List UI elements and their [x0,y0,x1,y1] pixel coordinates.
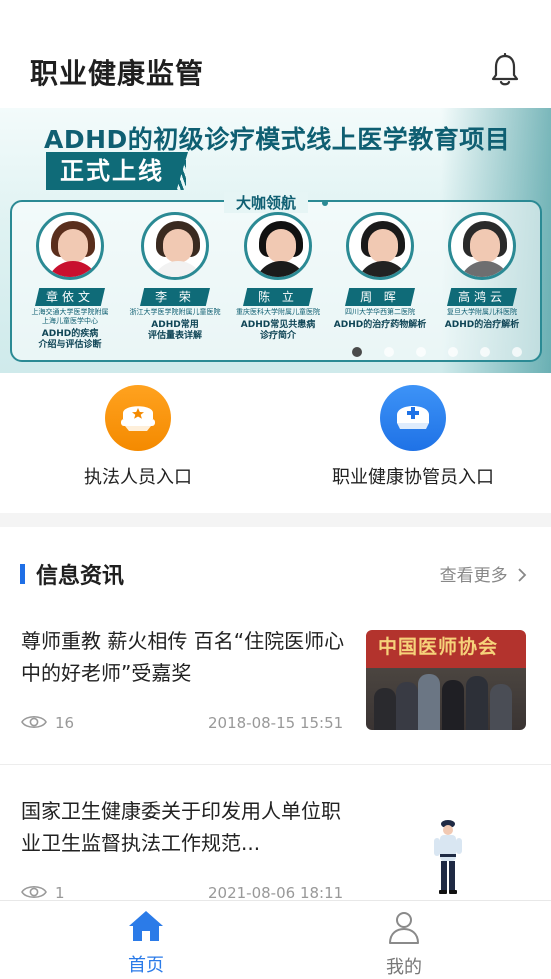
view-more-link[interactable]: 查看更多 [440,561,527,586]
carousel-dot[interactable] [512,347,522,357]
expert-card: 周 晖 四川大学华西第二医院 ADHD的治疗药物解析 [328,212,432,331]
law-enforcement-entry-button[interactable]: 执法人员入口 [38,385,238,489]
expert-topic: ADHD的治疗药物解析 [333,320,427,330]
app-root: 职业健康监管 ADHD的初级诊疗模式线上医学教育项目 正式上线 大咖领航 章依文… [0,0,551,979]
carousel-dot[interactable] [384,347,394,357]
expert-avatar [141,212,209,280]
news-headline: 国家卫生健康委关于印发用人单位职业卫生监督执法工作规范... [21,799,341,855]
home-icon [129,911,163,941]
user-icon [389,912,419,944]
expert-affiliation: 上海交通大学医学院附属 上海儿童医学中心 [31,308,109,325]
tab-home[interactable]: 首页 [86,909,206,977]
entry-label: 执法人员入口 [84,467,192,488]
banner-headline: ADHD的初级诊疗模式线上医学教育项目 [44,125,511,154]
view-count: 16 [21,714,74,732]
expert-affiliation: 四川大学华西第二医院 [345,308,415,316]
news-section-title: 信息资讯 [36,564,125,589]
expert-topic: ADHD常见共患病 诊疗简介 [240,320,316,341]
news-date: 2021-08-06 18:11 [208,884,344,900]
eye-icon [21,715,47,729]
expert-name: 章依文 [35,288,105,306]
news-thumbnail: 中国医师协会 [366,630,526,730]
expert-card: 陈 立 重庆医科大学附属儿童医院 ADHD常见共患病 诊疗简介 [226,212,330,342]
carousel-dot[interactable] [416,347,426,357]
expert-card: 高鸿云 复旦大学附属儿科医院 ADHD的治疗解析 [430,212,534,331]
page-title: 职业健康监管 [30,57,205,90]
bell-icon[interactable] [489,53,521,87]
panel-title: 大咖领航 [224,192,309,213]
eye-icon [21,885,47,899]
bottom-tab-bar: 首页 我的 [0,900,551,979]
expert-name: 陈 立 [243,288,313,306]
view-count: 1 [21,884,65,900]
nurse-cap-icon [380,385,446,451]
news-section-header: 信息资讯 查看更多 [0,527,551,611]
expert-affiliation: 浙江大学医学院附属儿童医院 [129,308,221,316]
expert-avatar [448,212,516,280]
carousel-dot[interactable] [352,347,362,357]
expert-name: 周 晖 [345,288,415,306]
carousel-dot[interactable] [448,347,458,357]
expert-name: 李 荣 [140,288,210,306]
promo-banner[interactable]: ADHD的初级诊疗模式线上医学教育项目 正式上线 大咖领航 章依文 上海交通大学… [0,108,551,373]
news-date: 2018-08-15 15:51 [208,714,344,732]
chevron-right-icon [518,568,527,582]
police-cap-icon [105,385,171,451]
expert-topic: ADHD的疾病 介绍与评估诊断 [38,329,102,350]
police-officer-illustration [434,820,462,894]
expert-avatar [244,212,312,280]
tab-mine[interactable]: 我的 [344,909,464,979]
expert-topic: ADHD常用 评估量表详解 [147,320,202,341]
expert-affiliation: 重庆医科大学附属儿童医院 [236,308,320,316]
expert-avatar [36,212,104,280]
expert-card: 李 荣 浙江大学医学院附属儿童医院 ADHD常用 评估量表详解 [123,212,227,342]
expert-topic: ADHD的治疗解析 [444,320,520,330]
expert-avatar [346,212,414,280]
news-headline: 尊师重教 薪火相传 百名“住院医师心中的好老师”受嘉奖 [21,629,345,685]
expert-card: 章依文 上海交通大学医学院附属 上海儿童医学中心 ADHD的疾病 介绍与评估诊断 [18,212,122,351]
banner-launch-tag: 正式上线 [46,152,188,190]
entry-section: 执法人员入口 职业健康协管员入口 [0,373,551,513]
expert-affiliation: 复旦大学附属儿科医院 [447,308,517,316]
news-list-item[interactable]: 国家卫生健康委关于印发用人单位职业卫生监督执法工作规范... 1 2021-08… [0,765,551,900]
entry-label: 职业健康协管员入口 [332,467,494,488]
expert-name: 高鸿云 [447,288,517,306]
health-coordinator-entry-button[interactable]: 职业健康协管员入口 [313,385,513,489]
section-divider [0,513,551,527]
top-header: 职业健康监管 [0,0,551,108]
carousel-dot[interactable] [480,347,490,357]
